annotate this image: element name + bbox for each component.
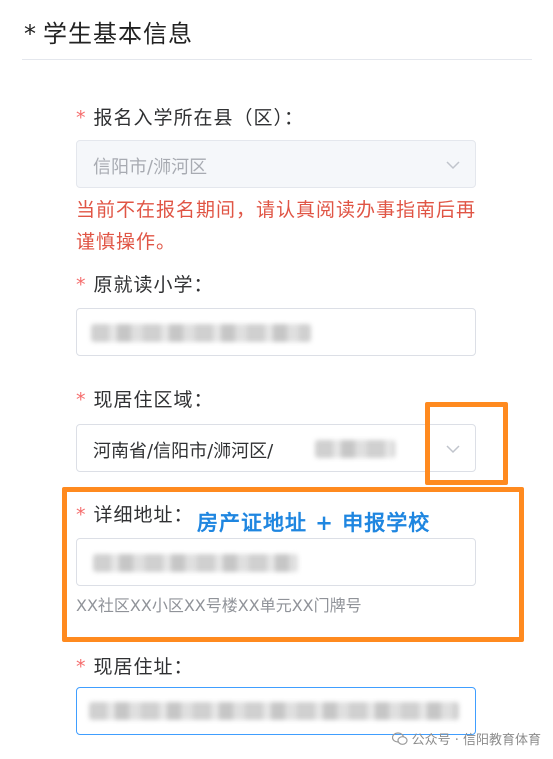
primary-school-label-text: 原就读小学：: [93, 274, 214, 296]
current-address-label-text: 现居住址：: [93, 656, 194, 678]
watermark: 公众号 · 信阳教育体育: [391, 729, 541, 748]
blurred-value: [315, 440, 395, 458]
county-label-text: 报名入学所在县（区）：: [93, 107, 305, 129]
primary-school-label: * 原就读小学：: [76, 270, 214, 297]
residence-area-label-text: 现居住区域：: [93, 389, 214, 411]
residence-area-label: * 现居住区域：: [76, 385, 214, 412]
registration-warning: 当前不在报名期间，请认真阅读办事指南后再谨慎操作。: [76, 199, 477, 253]
watermark-text: 公众号 · 信阳教育体育: [411, 733, 541, 748]
current-address-label: * 现居住址：: [76, 652, 194, 679]
required-mark: *: [76, 274, 87, 296]
county-label: * 报名入学所在县（区）：: [76, 103, 304, 130]
blurred-value: [91, 324, 311, 342]
address-highlight-box: [62, 487, 524, 642]
wechat-icon: [391, 731, 408, 745]
section-divider: [22, 59, 532, 60]
current-address-input[interactable]: [76, 687, 476, 735]
residence-area-value: 河南省/信阳市/浉河区/: [93, 441, 274, 462]
required-mark: *: [76, 656, 87, 678]
primary-school-input[interactable]: [76, 308, 476, 356]
section-title: * 学生基本信息: [24, 14, 193, 49]
county-select-value: 信阳市/浉河区: [93, 157, 208, 178]
residence-area-select[interactable]: 河南省/信阳市/浉河区/: [76, 424, 476, 472]
required-mark: *: [76, 389, 87, 411]
chevron-highlight-box: [425, 402, 508, 485]
section-asterisk: *: [24, 20, 37, 48]
blurred-value: [89, 702, 459, 720]
chevron-down-icon: [446, 161, 460, 170]
county-select[interactable]: 信阳市/浉河区: [76, 140, 476, 188]
required-mark: *: [76, 107, 87, 129]
section-title-text: 学生基本信息: [43, 20, 193, 48]
